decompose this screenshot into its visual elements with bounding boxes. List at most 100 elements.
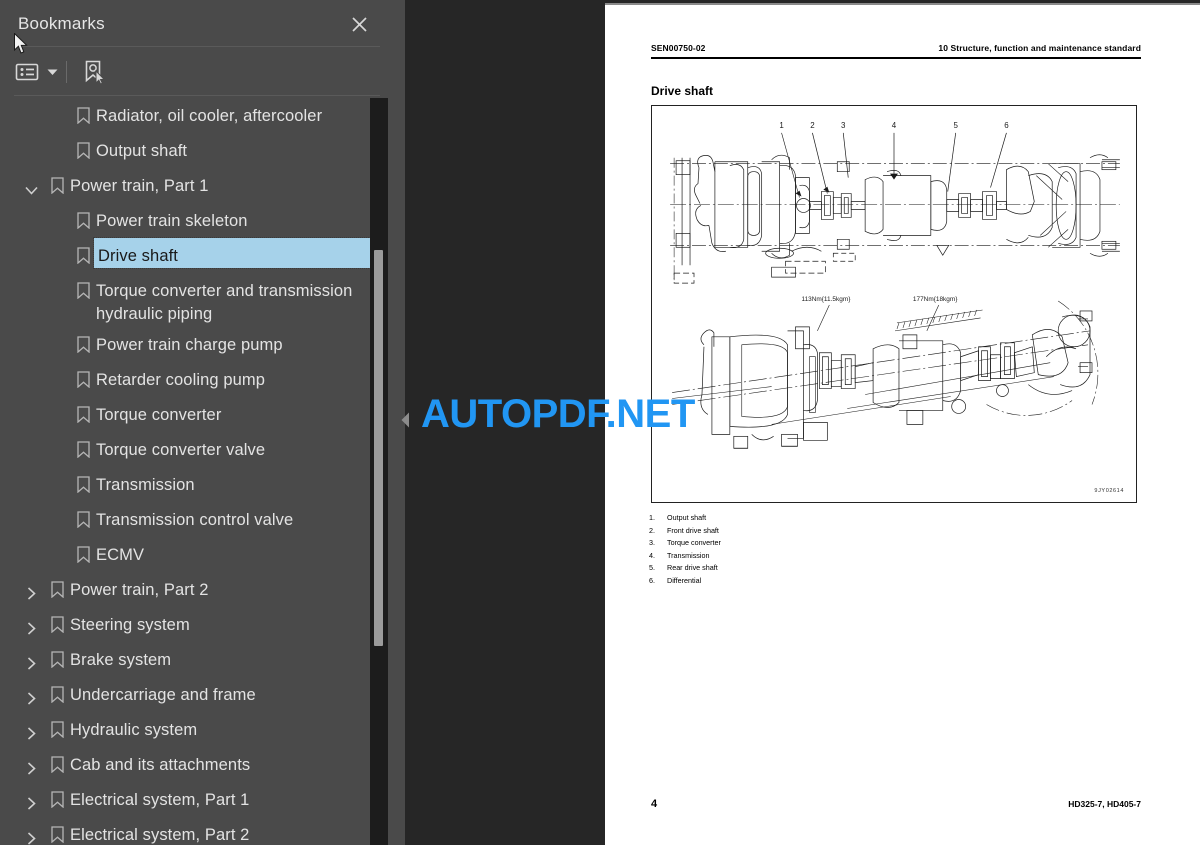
bookmark-icon <box>70 203 96 229</box>
bookmark-item-label: Retarder cooling pump <box>96 370 266 389</box>
chevron-right-icon[interactable] <box>18 677 44 712</box>
bookmark-icon <box>70 537 96 563</box>
legend-row: 3. Torque converter <box>649 537 949 550</box>
twisty-spacer <box>44 327 70 362</box>
bookmark-item-label: Power train, Part 2 <box>70 580 209 599</box>
bookmark-item-label: Drive shaft <box>93 236 370 270</box>
legend-label: Front drive shaft <box>667 525 719 535</box>
bookmark-item-label: Output shaft <box>96 142 188 160</box>
figure-reference-code: 9JY02614 <box>1094 488 1124 494</box>
twisty-spacer <box>44 273 70 308</box>
twisty-spacer <box>44 203 70 238</box>
chevron-right-icon[interactable] <box>18 747 44 782</box>
chevron-down-icon[interactable] <box>44 57 60 87</box>
bookmark-item[interactable]: Cab and its attachments <box>0 747 370 782</box>
legend-number: 5. <box>649 563 655 573</box>
bookmark-item[interactable]: Transmission control valve <box>0 502 370 537</box>
bookmark-icon <box>44 817 70 843</box>
bookmark-item[interactable]: Undercarriage and frame <box>0 677 370 712</box>
bookmark-icon <box>44 642 70 668</box>
bookmark-item-label: Power train skeleton <box>96 212 248 230</box>
bookmarks-toolbar <box>0 50 388 94</box>
bookmark-cursor-icon[interactable] <box>77 57 111 87</box>
legend-row: 1. Output shaft <box>649 512 949 525</box>
bookmark-item[interactable]: Torque converter and transmission hydrau… <box>0 273 370 327</box>
chevron-right-icon[interactable] <box>18 817 44 845</box>
twisty-spacer <box>44 238 70 273</box>
chevron-down-icon[interactable] <box>18 168 44 203</box>
document-page: SEN00750-02 10 Structure, function and m… <box>605 3 1200 845</box>
bookmark-icon <box>44 677 70 703</box>
legend-label: Rear drive shaft <box>667 563 718 573</box>
svg-text:2: 2 <box>810 121 815 130</box>
bookmark-icon <box>44 747 70 773</box>
bookmarks-panel-header: Bookmarks <box>0 0 388 48</box>
collapse-panel-arrow-icon[interactable] <box>398 408 412 432</box>
bookmark-item[interactable]: Output shaft <box>0 133 370 168</box>
pdf-reader-window: Bookmarks Radiator, oil cooler, aftercoo… <box>0 0 1200 845</box>
bookmark-item-label: Undercarriage and frame <box>70 685 256 704</box>
bookmark-icon <box>44 572 70 598</box>
svg-text:1: 1 <box>779 121 784 130</box>
bookmark-item-label: Electrical system, Part 1 <box>70 790 250 809</box>
legend-number: 6. <box>649 575 655 585</box>
document-footer: 4 HD325-7, HD405-7 <box>651 798 1141 810</box>
document-header: SEN00750-02 10 Structure, function and m… <box>651 43 1141 53</box>
bookmark-item-label: Brake system <box>70 650 172 669</box>
bookmark-item[interactable]: ECMV <box>0 537 370 572</box>
bookmark-icon <box>70 467 96 493</box>
bookmark-item[interactable]: Power train, Part 1 <box>0 168 370 203</box>
bookmark-icon <box>70 273 96 299</box>
bookmark-icon <box>70 502 96 528</box>
bookmark-icon <box>70 133 96 159</box>
bookmark-icon <box>44 712 70 738</box>
bookmark-item[interactable]: Brake system <box>0 642 370 677</box>
list-options-icon[interactable] <box>10 57 44 87</box>
twisty-spacer <box>44 432 70 467</box>
bookmarks-scrollbar[interactable] <box>370 98 388 845</box>
toolbar-separator <box>66 61 67 83</box>
chevron-right-icon[interactable] <box>18 607 44 642</box>
bookmark-item-label: ECMV <box>96 545 145 564</box>
bookmark-item[interactable]: Transmission <box>0 467 370 502</box>
footer-model: HD325-7, HD405-7 <box>1068 799 1141 809</box>
svg-text:3: 3 <box>841 121 846 130</box>
bookmark-item[interactable]: Steering system <box>0 607 370 642</box>
bookmark-item[interactable]: Power train charge pump <box>0 327 370 362</box>
bookmark-item[interactable]: Drive shaft <box>0 236 370 273</box>
legend-number: 3. <box>649 538 655 548</box>
legend-number: 2. <box>649 525 655 535</box>
close-icon[interactable] <box>346 11 372 37</box>
bookmark-item[interactable]: Power train skeleton <box>0 203 370 238</box>
svg-text:6: 6 <box>1004 121 1009 130</box>
legend-row: 5. Rear drive shaft <box>649 562 949 575</box>
header-divider <box>14 46 380 47</box>
twisty-spacer <box>44 467 70 502</box>
panel-title: Bookmarks <box>18 14 105 33</box>
document-gutter <box>388 0 605 845</box>
bookmark-icon <box>44 782 70 808</box>
bookmark-item[interactable]: Hydraulic system <box>0 712 370 747</box>
chevron-right-icon[interactable] <box>18 712 44 747</box>
figure-legend: 1. Output shaft 2. Front drive shaft 3. Torqu… <box>649 512 949 588</box>
chevron-right-icon[interactable] <box>18 782 44 817</box>
bookmark-item[interactable]: Electrical system, Part 2 <box>0 817 370 845</box>
bookmark-item[interactable]: Retarder cooling pump <box>0 362 370 397</box>
bookmark-icon <box>70 397 96 423</box>
bookmark-tree[interactable]: Radiator, oil cooler, aftercooler Output … <box>0 98 370 845</box>
twisty-spacer <box>44 502 70 537</box>
svg-text:5: 5 <box>953 121 958 130</box>
bookmark-item[interactable]: Power train, Part 2 <box>0 572 370 607</box>
bookmark-item[interactable]: Electrical system, Part 1 <box>0 782 370 817</box>
chevron-right-icon[interactable] <box>18 642 44 677</box>
header-rule <box>651 57 1141 59</box>
twisty-spacer <box>44 537 70 572</box>
bookmark-item[interactable]: Torque converter valve <box>0 432 370 467</box>
twisty-spacer <box>44 133 70 168</box>
bookmark-item-label: Hydraulic system <box>70 720 198 739</box>
bookmark-item[interactable]: Torque converter <box>0 397 370 432</box>
legend-number: 4. <box>649 550 655 560</box>
chevron-right-icon[interactable] <box>18 572 44 607</box>
bookmark-item[interactable]: Radiator, oil cooler, aftercooler <box>0 98 370 133</box>
scrollbar-thumb[interactable] <box>374 250 383 646</box>
